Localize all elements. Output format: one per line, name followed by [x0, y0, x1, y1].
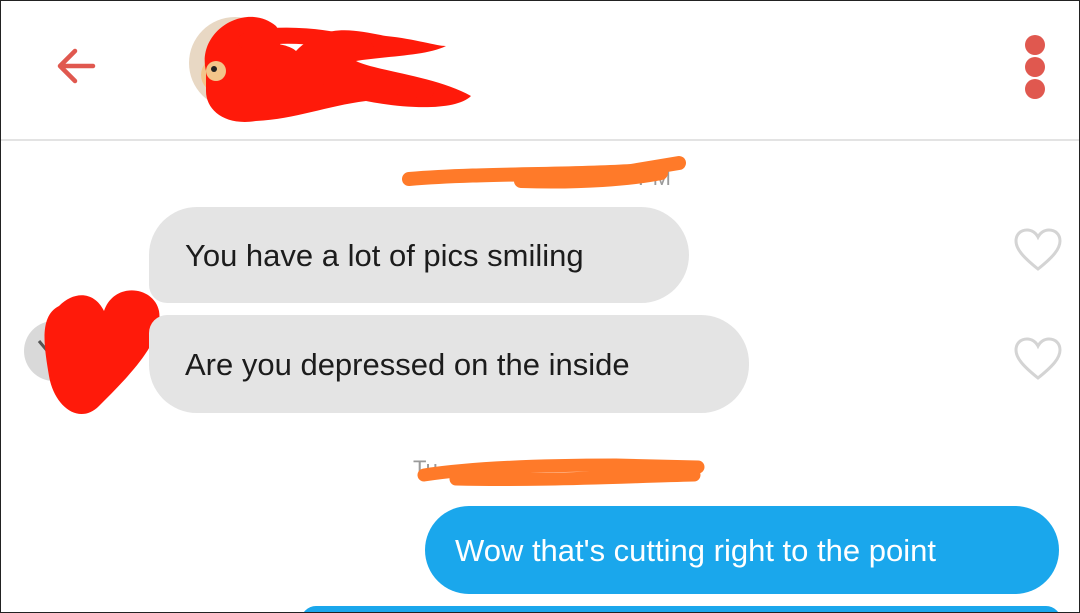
sent-message-partial[interactable]: [301, 606, 1061, 612]
sender-avatar[interactable]: [19, 286, 169, 436]
sent-message[interactable]: Wow that's cutting right to the point: [425, 506, 1059, 594]
more-options-button[interactable]: [1017, 35, 1053, 99]
received-message[interactable]: Are you depressed on the inside: [149, 315, 749, 413]
redacted-name-scribble: [204, 16, 472, 122]
chat-screen: PM You have a lot of pics smiling Are yo…: [0, 0, 1080, 613]
heart-outline-icon[interactable]: [1013, 336, 1063, 382]
heart-outline-icon[interactable]: [1013, 227, 1063, 273]
message-text: Wow that's cutting right to the point: [455, 532, 936, 568]
arrow-left-icon: [57, 48, 96, 84]
message-text: Are you depressed on the inside: [185, 346, 630, 382]
message-text: You have a lot of pics smiling: [185, 237, 584, 273]
received-message[interactable]: You have a lot of pics smiling: [149, 207, 689, 303]
redacted-timestamp-scribble: [402, 156, 686, 189]
back-button[interactable]: [51, 41, 101, 91]
redacted-timestamp-scribble: [417, 458, 705, 487]
chat-header: [1, 1, 1079, 141]
